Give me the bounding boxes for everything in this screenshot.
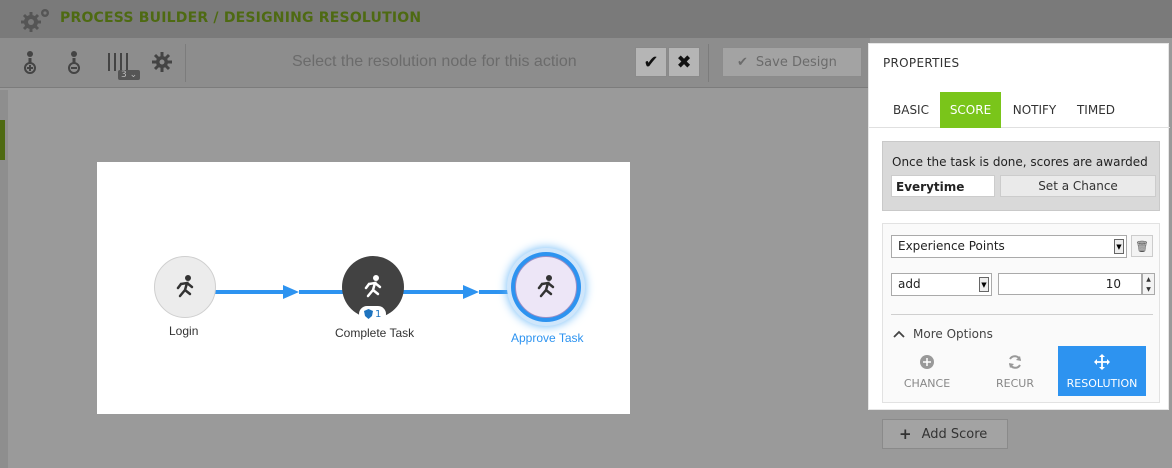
option-recur[interactable]: RECUR [971,346,1059,396]
runner-icon [364,275,382,298]
option-recur-label: RECUR [996,377,1034,390]
amount-stepper[interactable]: ▲ ▼ [1142,273,1155,295]
tab-timed[interactable]: TIMED [1068,92,1124,128]
option-chance-label: CHANCE [903,377,951,390]
panel-title: PROPERTIES [883,56,960,70]
confirm-button[interactable]: ✔ [635,47,667,77]
score-award-text: Once the task is done, scores are awarde… [892,155,1148,169]
plus-icon: + [899,425,912,443]
toolbar-divider-2 [708,44,709,82]
node-badge: 1 [359,306,387,322]
node-label-complete-task: Complete Task [335,326,415,340]
add-score-button[interactable]: + Add Score [882,419,1008,449]
node-label-login: Login [169,324,199,338]
toolbar-divider [185,44,186,82]
breadcrumb-app[interactable]: PROCESS BUILDER [60,10,208,26]
save-design-label: Save Design [755,54,837,70]
more-options-toggle[interactable]: More Options [893,327,993,341]
score-entry: Experience Points ▼ 🗑 add ▼ 10 ▲ ▼ More O… [882,223,1160,403]
node-label-approve-task: Approve Task [511,331,584,345]
arrowhead-1 [283,285,299,299]
breadcrumb-separator: / [213,10,219,26]
arrowhead-2 [463,285,479,299]
delete-score-button[interactable]: 🗑 [1131,235,1153,257]
chevron-down-icon: ▼ [979,277,989,292]
entry-divider [891,314,1153,315]
settings-gear-icon[interactable] [148,48,176,76]
trash-icon: 🗑 [1135,239,1149,253]
option-resolution[interactable]: RESOLUTION [1058,346,1146,396]
properties-panel: PROPERTIES BASIC SCORE NOTIFY TIMED Once… [868,43,1170,410]
resolution-move-icon [1094,354,1110,370]
add-node-icon[interactable] [16,48,44,76]
node-login[interactable] [154,256,216,318]
zoom-value: 3 [121,70,127,80]
shield-icon [364,309,373,319]
operation-select[interactable]: add ▼ [891,273,992,296]
close-icon: ✖ [676,51,692,73]
breadcrumb: PROCESS BUILDER / DESIGNING RESOLUTION [60,10,421,26]
points-type-value: Experience Points [898,239,1005,253]
cancel-button[interactable]: ✖ [668,47,700,77]
runner-icon [537,275,555,298]
left-accent [0,120,5,160]
tab-notify[interactable]: NOTIFY [1005,92,1064,128]
save-design-button[interactable]: ✔ Save Design [722,47,862,77]
badge-count: 1 [375,308,382,320]
operation-value: add [898,277,921,291]
frequency-field[interactable]: Everytime [891,175,995,197]
option-resolution-label: RESOLUTION [1066,377,1138,390]
zoom-badge[interactable]: 3 ⌄ [118,70,141,80]
runner-icon [176,275,194,298]
resolution-hint: Select the resolution node for this acti… [292,53,577,70]
set-chance-button[interactable]: Set a Chance [1000,175,1156,197]
gears-logo-icon [21,9,49,32]
amount-input[interactable]: 10 [998,273,1142,295]
add-score-label: Add Score [921,426,988,442]
chevron-down-icon: ▼ [1114,239,1124,254]
check-icon: ✔ [737,54,748,70]
option-chance[interactable]: CHANCE [883,346,971,396]
chevron-up-icon [893,330,905,338]
remove-node-icon[interactable] [60,48,88,76]
chance-icon [920,355,934,369]
more-options-label: More Options [913,327,993,341]
node-approve-task[interactable] [507,248,585,326]
breadcrumb-page: DESIGNING RESOLUTION [223,10,422,26]
tab-basic[interactable]: BASIC [883,92,939,128]
process-canvas[interactable]: Login 1 Complete Task Approve Task [97,162,630,414]
top-bar: PROCESS BUILDER / DESIGNING RESOLUTION [0,0,1172,38]
tab-score[interactable]: SCORE [940,92,1001,128]
stepper-up-icon[interactable]: ▲ [1146,276,1151,283]
properties-tabs: BASIC SCORE NOTIFY TIMED [869,92,1170,128]
points-type-select[interactable]: Experience Points ▼ [891,235,1127,258]
score-award-box: Once the task is done, scores are awarde… [882,141,1160,211]
recur-icon [1009,355,1021,369]
stepper-down-icon[interactable]: ▼ [1146,286,1151,293]
check-icon: ✔ [643,51,659,73]
